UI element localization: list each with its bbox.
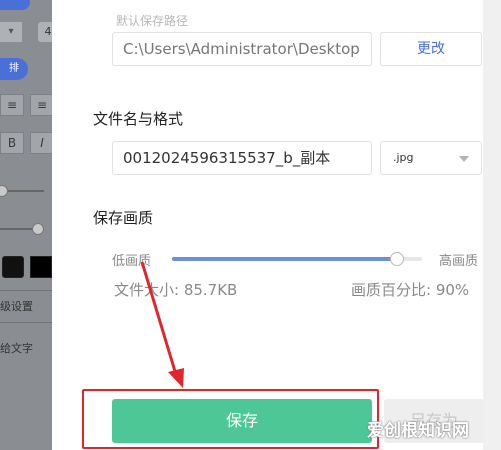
watermark-text: 爱创根知识网 <box>367 421 469 441</box>
annotation-arrow-icon <box>140 261 184 388</box>
